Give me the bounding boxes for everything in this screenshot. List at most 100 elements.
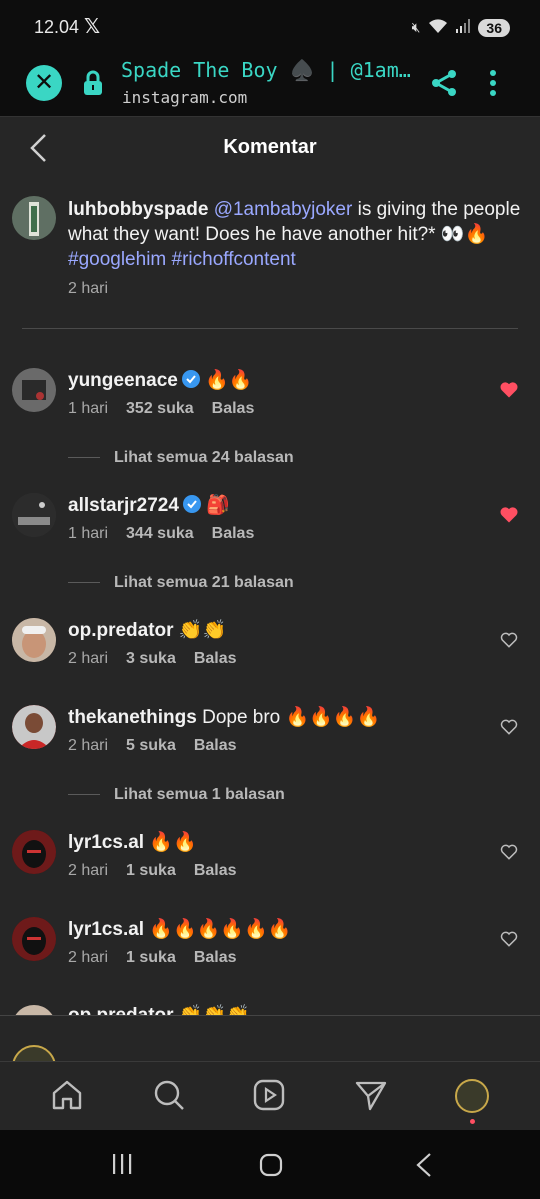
comment-meta: 1 hari 352 suka Balas — [68, 400, 272, 418]
comment-username[interactable]: op.predator — [68, 1005, 174, 1015]
comment-time: 2 hari — [68, 650, 109, 667]
signal-icon — [456, 19, 471, 36]
comment-username[interactable]: allstarjr2724 — [68, 495, 179, 516]
comment-time: 1 hari — [68, 400, 109, 417]
comment-item: thekanethings Dope bro 🔥🔥🔥🔥 2 hari 5 suka… — [0, 705, 540, 775]
input-avatar-clip — [12, 1045, 56, 1061]
more-options-icon[interactable] — [486, 68, 500, 98]
reply-button[interactable]: Balas — [194, 737, 237, 754]
comment-text: 🔥🔥 — [199, 370, 253, 391]
comment-text: 👏👏👏 — [174, 1005, 250, 1015]
wifi-icon — [428, 18, 448, 37]
lock-icon — [84, 70, 102, 95]
comment-item: yungeenace 🔥🔥 1 hari 352 suka Balas — [0, 368, 540, 438]
comment-username[interactable]: lyr1cs.al — [68, 832, 144, 853]
comment-line: op.predator 👏👏👏 — [68, 1003, 250, 1015]
comment-text: Dope bro 🔥🔥🔥🔥 — [196, 707, 381, 728]
comment-likes[interactable]: 1 suka — [126, 949, 176, 966]
comment-input-divider — [0, 1015, 540, 1016]
comment-text: 🔥🔥 — [144, 832, 197, 853]
avatar[interactable] — [12, 1045, 56, 1061]
caption-hashtag[interactable]: #googlehim — [68, 249, 166, 270]
comment-username[interactable]: yungeenace — [68, 370, 178, 391]
caption-hashtag[interactable]: #richoffcontent — [172, 249, 296, 270]
heart-outline-icon[interactable] — [499, 630, 519, 650]
system-nav — [0, 1130, 540, 1199]
reply-button[interactable]: Balas — [194, 862, 237, 879]
comment-username[interactable]: lyr1cs.al — [68, 919, 144, 940]
liked-heart-icon[interactable] — [499, 380, 519, 400]
share-icon[interactable] — [429, 68, 459, 98]
heart-outline-icon[interactable] — [499, 929, 519, 949]
comment-item: lyr1cs.al 🔥🔥 2 hari 1 suka Balas — [0, 830, 540, 900]
bottom-nav — [0, 1061, 540, 1130]
comments-header: Komentar — [0, 117, 540, 177]
reply-dash — [68, 582, 100, 584]
home-icon[interactable] — [50, 1078, 84, 1112]
comment-line: yungeenace 🔥🔥 — [68, 368, 252, 392]
reels-icon[interactable] — [252, 1078, 286, 1112]
comment-text: 🔥🔥🔥🔥🔥🔥 — [144, 919, 292, 940]
divider — [22, 328, 518, 329]
verified-badge-icon — [182, 495, 201, 513]
comment-meta: 2 hari 1 suka Balas — [68, 862, 255, 880]
comment-time: 1 hari — [68, 525, 109, 542]
comment-time: 2 hari — [68, 949, 109, 966]
comment-line: lyr1cs.al 🔥🔥 — [68, 830, 197, 854]
recent-apps-icon[interactable] — [110, 1152, 134, 1176]
reply-dash — [68, 457, 100, 459]
comment-line: allstarjr2724 🎒 — [68, 493, 230, 517]
page-title: Spade The Boy ♠️ | @1amba... — [121, 58, 411, 82]
browser-bar: ✕ Spade The Boy ♠️ | @1amba... instagram… — [0, 48, 540, 117]
comment-text: 👏👏 — [173, 620, 227, 641]
comment-likes[interactable]: 5 suka — [126, 737, 176, 754]
reply-button[interactable]: Balas — [212, 525, 255, 542]
view-replies-label: Lihat semua 21 balasan — [114, 574, 294, 591]
comment-likes[interactable]: 1 suka — [126, 862, 176, 879]
direct-icon[interactable] — [354, 1078, 388, 1112]
heart-outline-icon[interactable] — [499, 842, 519, 862]
caption-mention[interactable]: @1ambabyjoker — [214, 199, 353, 220]
status-time: 12.04 — [34, 17, 80, 37]
close-browser-button[interactable]: ✕ — [26, 65, 62, 101]
reply-dash — [68, 794, 100, 796]
comment-meta: 2 hari 5 suka Balas — [68, 737, 255, 755]
comment-time: 2 hari — [68, 737, 109, 754]
notification-dot — [470, 1119, 475, 1124]
comment-likes[interactable]: 352 suka — [126, 400, 194, 417]
comment-likes[interactable]: 344 suka — [126, 525, 194, 542]
liked-heart-icon[interactable] — [499, 505, 519, 525]
profile-avatar[interactable] — [455, 1079, 489, 1113]
comment-meta: 1 hari 344 suka Balas — [68, 525, 272, 543]
comment-username[interactable]: thekanethings — [68, 707, 197, 728]
verified-badge-icon — [181, 370, 200, 388]
comment-item: lyr1cs.al 🔥🔥🔥🔥🔥🔥 2 hari 1 suka Balas — [0, 917, 540, 987]
avatar[interactable] — [12, 1005, 56, 1015]
battery-badge: 36 — [478, 18, 510, 37]
view-replies-link[interactable]: Lihat semua 21 balasan — [68, 574, 294, 592]
comment-item: allstarjr2724 🎒 1 hari 344 suka Balas — [0, 493, 540, 563]
view-replies-label: Lihat semua 24 balasan — [114, 449, 294, 466]
view-replies-link[interactable]: Lihat semua 24 balasan — [68, 449, 294, 467]
reply-button[interactable]: Balas — [194, 650, 237, 667]
home-button-icon[interactable] — [258, 1152, 284, 1178]
reply-button[interactable]: Balas — [212, 400, 255, 417]
page-url: instagram.com — [122, 88, 248, 107]
caption-username[interactable]: luhbobbyspade — [68, 199, 208, 220]
caption-time: 2 hari — [68, 280, 109, 297]
avatar[interactable] — [12, 196, 56, 240]
comment-item: op.predator 👏👏 2 hari 3 suka Balas — [0, 618, 540, 688]
system-back-icon[interactable] — [412, 1152, 436, 1178]
view-replies-link[interactable]: Lihat semua 1 balasan — [68, 786, 285, 804]
partial-comment-clip: op.predator 👏👏👏 — [0, 1000, 540, 1015]
comment-username[interactable]: op.predator — [68, 620, 174, 641]
comment-time: 2 hari — [68, 862, 109, 879]
comment-meta: 2 hari 1 suka Balas — [68, 949, 255, 967]
comment-likes[interactable]: 3 suka — [126, 650, 176, 667]
comment-line: op.predator 👏👏 — [68, 618, 226, 642]
comment-line: thekanethings Dope bro 🔥🔥🔥🔥 — [68, 705, 380, 729]
reply-button[interactable]: Balas — [194, 949, 237, 966]
heart-outline-icon[interactable] — [499, 717, 519, 737]
search-icon[interactable] — [152, 1078, 186, 1112]
comment-meta: 2 hari 3 suka Balas — [68, 650, 255, 668]
